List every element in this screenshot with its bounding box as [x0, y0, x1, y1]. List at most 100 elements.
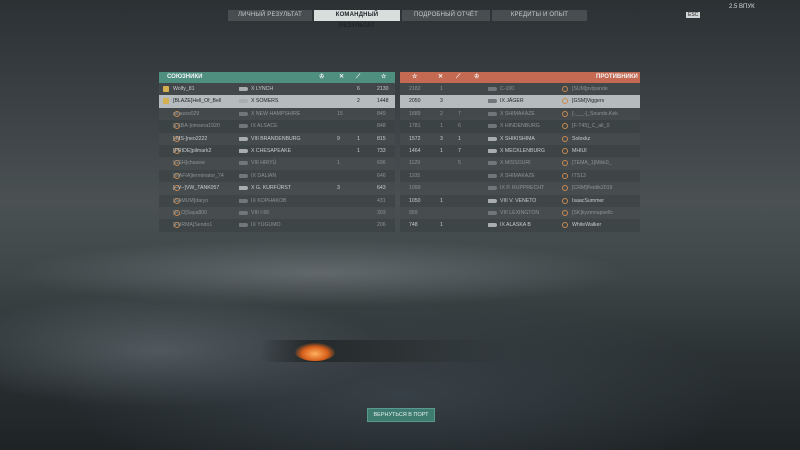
enemy-player-row[interactable]: 1050 1 VIII V. VENETO IsaacSummer: [400, 194, 640, 207]
ally-player-row[interactable]: [MAFIA]terminator_74 IX DALIAN 646: [159, 169, 395, 183]
rank-icon: [163, 86, 169, 92]
rank-icon: [562, 98, 568, 105]
ally-player-row[interactable]: [PRIDE]pilmark2 X CHESAPEAKE 1 733: [159, 144, 395, 158]
ally-player-row[interactable]: [SAMUM]daryo IX KOPHAKOB 431: [159, 194, 395, 207]
enemies-header: ☆ ✕ ⟋ ♔ ПРОТИВНИКИ: [400, 72, 640, 83]
ally-player-row[interactable]: [R_O]Saya800 VIII I-56 303: [159, 206, 395, 220]
ship-name: VIII HIRYŪ: [251, 160, 277, 167]
kills-value: 1: [440, 197, 443, 204]
rank-icon: [562, 110, 568, 117]
ship-class-icon: [488, 124, 497, 129]
player-name: [TEMA_1]Mikk0_: [572, 160, 612, 167]
ship-name: IX ALASKA B: [500, 222, 531, 229]
enemy-player-row[interactable]: 2050 3 IX JÄGER [GSM]Viggers: [400, 95, 640, 108]
player-name: [LKBA-]omsera1920: [173, 123, 220, 130]
rank-icon: [562, 135, 568, 142]
player-name: [-MS-]neo2222: [173, 135, 208, 142]
kills-value: 3: [440, 98, 443, 105]
ship-class-icon: [488, 87, 497, 91]
rank-icon: [562, 209, 568, 216]
ship-name: X CHESAPEAKE: [251, 147, 292, 154]
ally-player-row[interactable]: [GEH]chasew VIII HIRYŪ 1 696: [159, 157, 395, 170]
score-value: 748: [409, 222, 418, 229]
ship-name: X SHIMAKAZE: [500, 110, 535, 117]
enemy-player-row[interactable]: 959 VIII LEXINGTON [SK]kyzmnapsellc: [400, 206, 640, 220]
player-name: picasso029: [173, 110, 200, 117]
xp-icon: ☆: [381, 74, 387, 80]
ship-class-icon: [488, 99, 497, 104]
rank-icon: [562, 123, 568, 130]
player-name: Wolfy_81: [173, 86, 195, 92]
ship-name: VIII I-56: [251, 209, 270, 216]
ship-name: IX ALSACE: [251, 123, 278, 130]
player-name: [FURMA]Sendo1: [173, 222, 213, 229]
ship-name: X MECKLENBURG: [500, 147, 545, 154]
kills-value: 3: [337, 185, 340, 192]
ship-name: IX JÄGER: [500, 98, 524, 105]
score-value: 1464: [409, 147, 421, 154]
ship-class-icon: [488, 136, 497, 141]
player-name: [F-T45]_C_alt_0: [572, 123, 610, 130]
base-capture-icon: ♔: [319, 74, 325, 80]
ribbons-value: 6: [357, 86, 360, 92]
return-to-port-button[interactable]: ВЕРНУТЬСЯ В ПОРТ: [367, 408, 435, 422]
ally-player-row[interactable]: [BLAZE]Hell_Of_Bell X SOMERS 2 1448: [159, 95, 395, 108]
ship-class-icon: [239, 87, 248, 91]
tab-team-result[interactable]: КОМАНДНЫЙ РЕЗУЛЬТАТ: [314, 10, 400, 29]
tab-personal-result[interactable]: ЛИЧНЫЙ РЕЗУЛЬТАТ: [228, 10, 312, 21]
enemy-player-row[interactable]: 1781 1 6 X HINDENBURG [F-T45]_C_alt_0: [400, 120, 640, 133]
ally-player-row[interactable]: Wolfy_81 X LYNCH 6 2130: [159, 83, 395, 96]
ship-class-icon: [239, 111, 248, 116]
enemy-player-row[interactable]: 748 1 IX ALASKA B WhiteWalker: [400, 219, 640, 232]
ship-name: X G. KURFÜRST: [251, 185, 292, 192]
ally-player-row[interactable]: picasso029 X NEW HAMPSHIRE 15 849: [159, 107, 395, 121]
allies-header: СОЮЗНИКИ ♔ ✕ ⟋ ☆: [159, 72, 395, 83]
score-value: 2050: [409, 98, 421, 105]
score-value: 1448: [377, 98, 389, 105]
enemy-player-row[interactable]: 2182 1 C-100 [SUM]pvtpande: [400, 83, 640, 96]
ally-player-row[interactable]: [LKBA-]omsera1920 IX ALSACE 848: [159, 120, 395, 133]
kills-value: 1: [440, 222, 443, 229]
ship-class-icon: [239, 161, 248, 166]
rank-icon: [562, 86, 568, 92]
enemy-player-row[interactable]: 1572 3 1 X SHIKISHIMA Soloxkz: [400, 132, 640, 145]
rank-icon: [163, 98, 169, 105]
player-name: MHIUI: [572, 147, 587, 154]
kills-value: 9: [337, 135, 340, 142]
enemy-player-row[interactable]: 1105 X SHIMAKAZE ITS13: [400, 169, 640, 183]
score-value: 1099: [409, 185, 421, 192]
kills-value: 1: [440, 123, 443, 130]
enemies-list: 2182 1 C-100 [SUM]pvtpande 2050 3 IX JÄGER [GSM…: [400, 83, 640, 232]
esc-key-badge[interactable]: ESC: [686, 12, 701, 18]
score-value: 848: [377, 123, 386, 130]
enemies-title: ПРОТИВНИКИ: [596, 74, 638, 80]
ship-name: X LYNCH: [251, 86, 274, 92]
enemy-player-row[interactable]: 1889 2 7 X SHIMAKAZE [-___-]_Sounds.Kek: [400, 107, 640, 121]
tab-credits-xp[interactable]: КРЕДИТЫ И ОПЫТ: [492, 10, 587, 21]
xp-icon: ☆: [412, 74, 418, 80]
ally-player-row[interactable]: [-MS-]neo2222 VIII BRANDENBURG 9 1 815: [159, 132, 395, 145]
ally-player-row[interactable]: [--V--]VW_TANK057 X G. KURFÜRST 3 643: [159, 182, 395, 195]
ribbons-value: 7: [458, 147, 461, 154]
player-name: [--V--]VW_TANK057: [173, 185, 220, 192]
ship-name: IX P. RUPPRECHT: [500, 185, 545, 192]
ship-class-icon: [488, 198, 497, 203]
ship-class-icon: [488, 173, 497, 178]
kills-value: 1: [440, 86, 443, 92]
enemy-player-row[interactable]: 1099 IX P. RUPPRECHT [CRM]Peidik2019: [400, 182, 640, 195]
enemy-player-row[interactable]: 1464 1 7 X MECKLENBURG MHIUI: [400, 144, 640, 158]
rank-icon: [562, 222, 568, 229]
enemy-player-row[interactable]: 1129 5 X MISSOURI [TEMA_1]Mikk0_: [400, 157, 640, 170]
player-name: [CRM]Peidik2019: [572, 185, 613, 192]
ally-player-row[interactable]: [FURMA]Sendo1 IX YŪGUMO 206: [159, 219, 395, 232]
player-name: [MAFIA]terminator_74: [173, 172, 224, 179]
ship-class-icon: [239, 223, 248, 228]
tab-detailed-report[interactable]: ПОДРОБНЫЙ ОТЧЁТ: [402, 10, 490, 21]
score-value: 206: [377, 222, 386, 229]
ship-class-icon: [488, 161, 497, 166]
ship-name: X NEW HAMPSHIRE: [251, 110, 301, 117]
allies-list: Wolfy_81 X LYNCH 6 2130 [BLAZE]Hell_Of_Bell X…: [159, 83, 395, 232]
results-tabs: ЛИЧНЫЙ РЕЗУЛЬТАТ КОМАНДНЫЙ РЕЗУЛЬТАТ ПОД…: [228, 10, 589, 29]
player-name: [GSM]Viggers: [572, 98, 605, 105]
ship-name: IX DALIAN: [251, 172, 277, 179]
